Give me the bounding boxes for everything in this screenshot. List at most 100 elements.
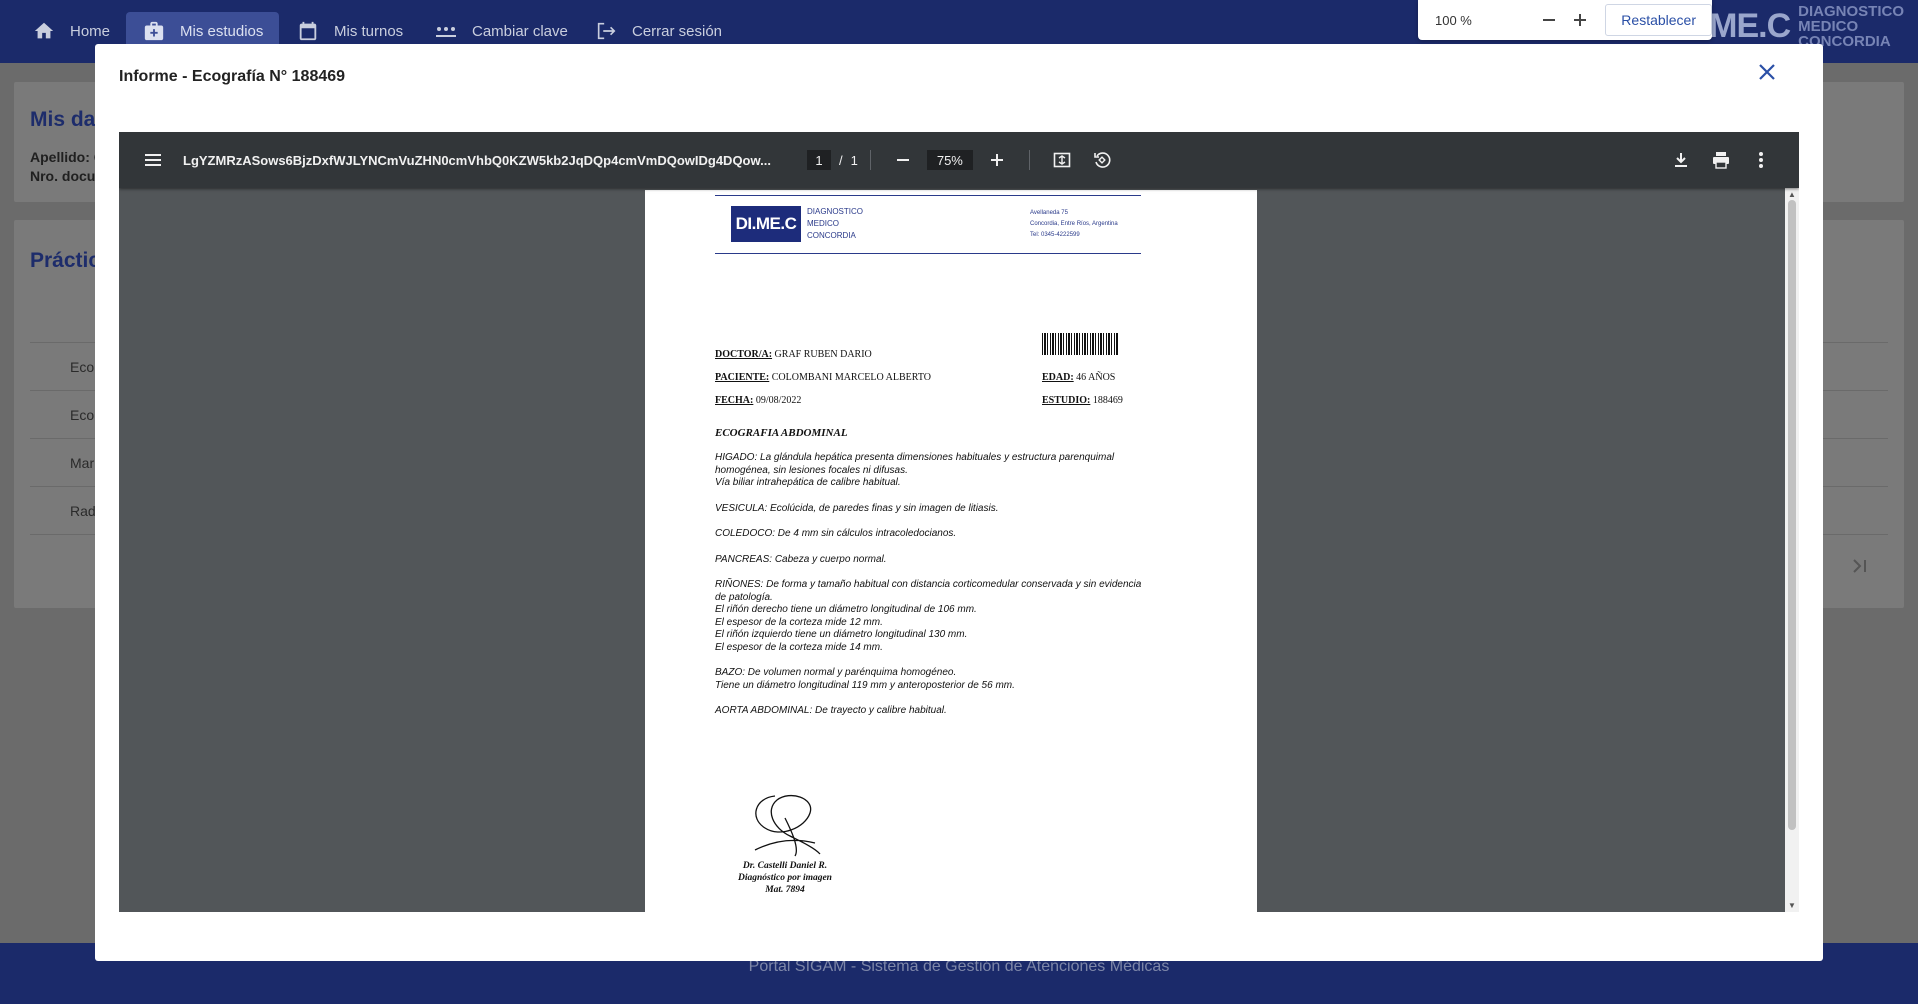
minus-icon — [896, 159, 909, 161]
password-icon — [434, 19, 458, 43]
report-paragraph: BAZO: De volumen normal y parénquima hom… — [715, 667, 1195, 692]
signature-line: Dr. Castelli Daniel R. — [742, 861, 828, 871]
nav-home-label: Home — [70, 22, 111, 40]
last-page-icon[interactable] — [1848, 554, 1872, 583]
toolbar-divider — [869, 150, 871, 170]
zoom-widget: 100 % Restablecer — [1418, 0, 1712, 40]
letterhead-rule — [715, 253, 1141, 254]
nav-cambiar-clave-label: Cambiar clave — [472, 22, 568, 40]
table-row[interactable]: Eco — [70, 407, 94, 423]
field-label: PACIENTE: — [715, 372, 770, 383]
report-paragraph: COLEDOCO: De 4 mm sin cálculos intracole… — [715, 528, 1195, 541]
report-line: VESICULA: Ecolúcida, de paredes finas y … — [715, 502, 999, 514]
datos-title: Mis dat — [30, 108, 103, 131]
fit-page-button[interactable] — [1048, 146, 1076, 174]
report-paragraph: PANCREAS: Cabeza y cuerpo normal. — [715, 554, 1195, 567]
page-separator: / — [839, 152, 843, 168]
menu-icon[interactable] — [143, 150, 163, 170]
scrollbar-thumb[interactable] — [1788, 200, 1796, 830]
address-line: Avellaneda 75 — [1030, 210, 1068, 216]
zoom-value: 100 % — [1435, 12, 1472, 28]
pdf-zoom-value[interactable]: 75% — [926, 150, 973, 170]
print-button[interactable] — [1707, 146, 1735, 174]
plus-icon — [1573, 14, 1586, 26]
zoom-out-button[interactable] — [1538, 8, 1561, 32]
dimec-logo: DI.ME.C — [731, 206, 801, 242]
report-line: El riñón derecho tiene un diámetro longi… — [715, 604, 977, 615]
report-line: de patología. — [715, 591, 773, 603]
toolbar-right — [1661, 146, 1781, 174]
table-row[interactable]: Mar — [70, 455, 94, 471]
barcode — [1042, 333, 1119, 355]
table-row[interactable]: Rad — [70, 503, 96, 519]
table-row[interactable]: Eco — [70, 359, 94, 375]
logout-icon — [594, 19, 618, 43]
report-line: Tiene un diámetro longitudinal 119 mm y … — [715, 679, 1015, 691]
plus-icon — [990, 154, 1003, 166]
letterhead-line: CONCORDIA — [807, 231, 856, 240]
nav-mis-estudios-label: Mis estudios — [180, 22, 264, 40]
report-paragraph: AORTA ABDOMINAL: De trayecto y calibre h… — [715, 705, 1195, 718]
rotate-icon — [1094, 152, 1111, 168]
report-line: HIGADO: La glándula hepática presenta di… — [715, 452, 1115, 463]
pdf-viewer: LgYZMRzASows6BjzDxfWJLYNCmVuZHN0cmVhbQ0K… — [119, 132, 1799, 912]
letterhead-org: DIAGNOSTICO MEDICO CONCORDIA — [807, 206, 863, 242]
rotate-button[interactable] — [1088, 146, 1116, 174]
informe-modal: Informe - Ecografía N° 188469 LgYZMRzASo… — [95, 44, 1823, 961]
toolbar-divider — [1028, 150, 1030, 170]
field-value: COLOMBANI MARCELO ALBERTO — [771, 372, 931, 383]
home-icon — [32, 19, 56, 43]
calendar-icon — [296, 19, 320, 43]
report-paragraph: RIÑONES: De forma y tamaño habitual con … — [715, 579, 1195, 654]
pdf-scrollbar[interactable]: ▲ ▼ — [1785, 188, 1799, 912]
zoom-out-button[interactable] — [889, 146, 917, 174]
page-input[interactable]: 1 — [807, 150, 831, 170]
more-options-button[interactable] — [1747, 146, 1775, 174]
report-line: El espesor de la corteza mide 12 mm. — [715, 616, 883, 628]
pdf-toolbar: LgYZMRzASows6BjzDxfWJLYNCmVuZHN0cmVhbQ0K… — [119, 132, 1799, 188]
zoom-in-button[interactable] — [983, 146, 1011, 174]
address-line: Concordia, Entre Ríos, Argentina — [1030, 221, 1118, 227]
fecha-field: FECHA: 09/08/2022 — [715, 395, 801, 406]
report-line: Vía biliar intrahepática de calibre habi… — [715, 477, 901, 488]
letterhead-line: MEDICO — [807, 219, 839, 228]
fit-page-icon — [1053, 152, 1071, 168]
signature-image — [754, 795, 821, 857]
print-icon — [1713, 152, 1729, 169]
signature-name: Dr. Castelli Daniel R. Diagnóstico por i… — [715, 860, 855, 896]
report-line: PANCREAS: Cabeza y cuerpo normal. — [715, 553, 887, 565]
letterhead-address: Avellaneda 75 Concordia, Entre Ríos, Arg… — [1030, 208, 1118, 241]
address-line: Tel: 0345-4222599 — [1030, 232, 1080, 238]
page-total: 1 — [850, 152, 858, 168]
modal-title: Informe - Ecografía N° 188469 — [119, 68, 346, 85]
scroll-down-icon[interactable]: ▼ — [1788, 901, 1796, 910]
estudio-field: ESTUDIO: 188469 — [1042, 395, 1123, 406]
report-line: homogénea, sin lesiones focales ni difus… — [715, 464, 908, 476]
report-paragraph: VESICULA: Ecolúcida, de paredes finas y … — [715, 503, 1195, 516]
field-label: FECHA: — [715, 395, 754, 406]
close-icon — [1759, 64, 1775, 80]
brand-text: DIAGNOSTICO MEDICO CONCORDIA — [1798, 4, 1904, 49]
nav-cerrar-sesion-label: Cerrar sesión — [632, 22, 723, 40]
zoom-in-button[interactable] — [1569, 8, 1592, 32]
paciente-field: PACIENTE: COLOMBANI MARCELO ALBERTO — [715, 372, 931, 383]
report-line: El espesor de la corteza mide 14 mm. — [715, 641, 883, 653]
field-label: ESTUDIO: — [1042, 395, 1091, 406]
nav-mis-turnos-label: Mis turnos — [334, 22, 404, 40]
signature-line: Mat. 7894 — [765, 885, 805, 895]
download-button[interactable] — [1667, 146, 1695, 174]
report-line: BAZO: De volumen normal y parénquima hom… — [715, 667, 957, 678]
scroll-up-icon[interactable]: ▲ — [1788, 190, 1796, 199]
edad-field: EDAD: 46 AÑOS — [1042, 372, 1115, 383]
apellido-label: Apellido: C — [30, 149, 104, 165]
letterhead-rule — [715, 195, 1141, 196]
minus-icon — [1543, 19, 1556, 21]
reset-zoom-button[interactable]: Restablecer — [1605, 4, 1712, 36]
report-line: El riñón izquierdo tiene un diámetro lon… — [715, 629, 968, 640]
medical-bag-icon — [142, 19, 166, 43]
report-title: ECOGRAFIA ABDOMINAL — [715, 427, 848, 439]
report-line: AORTA ABDOMINAL: De trayecto y calibre h… — [715, 705, 947, 716]
letterhead-line: DIAGNOSTICO — [807, 207, 864, 216]
pdf-page: DI.ME.C DIAGNOSTICO MEDICO CONCORDIA Ave… — [645, 190, 1257, 912]
close-button[interactable] — [1751, 56, 1783, 88]
